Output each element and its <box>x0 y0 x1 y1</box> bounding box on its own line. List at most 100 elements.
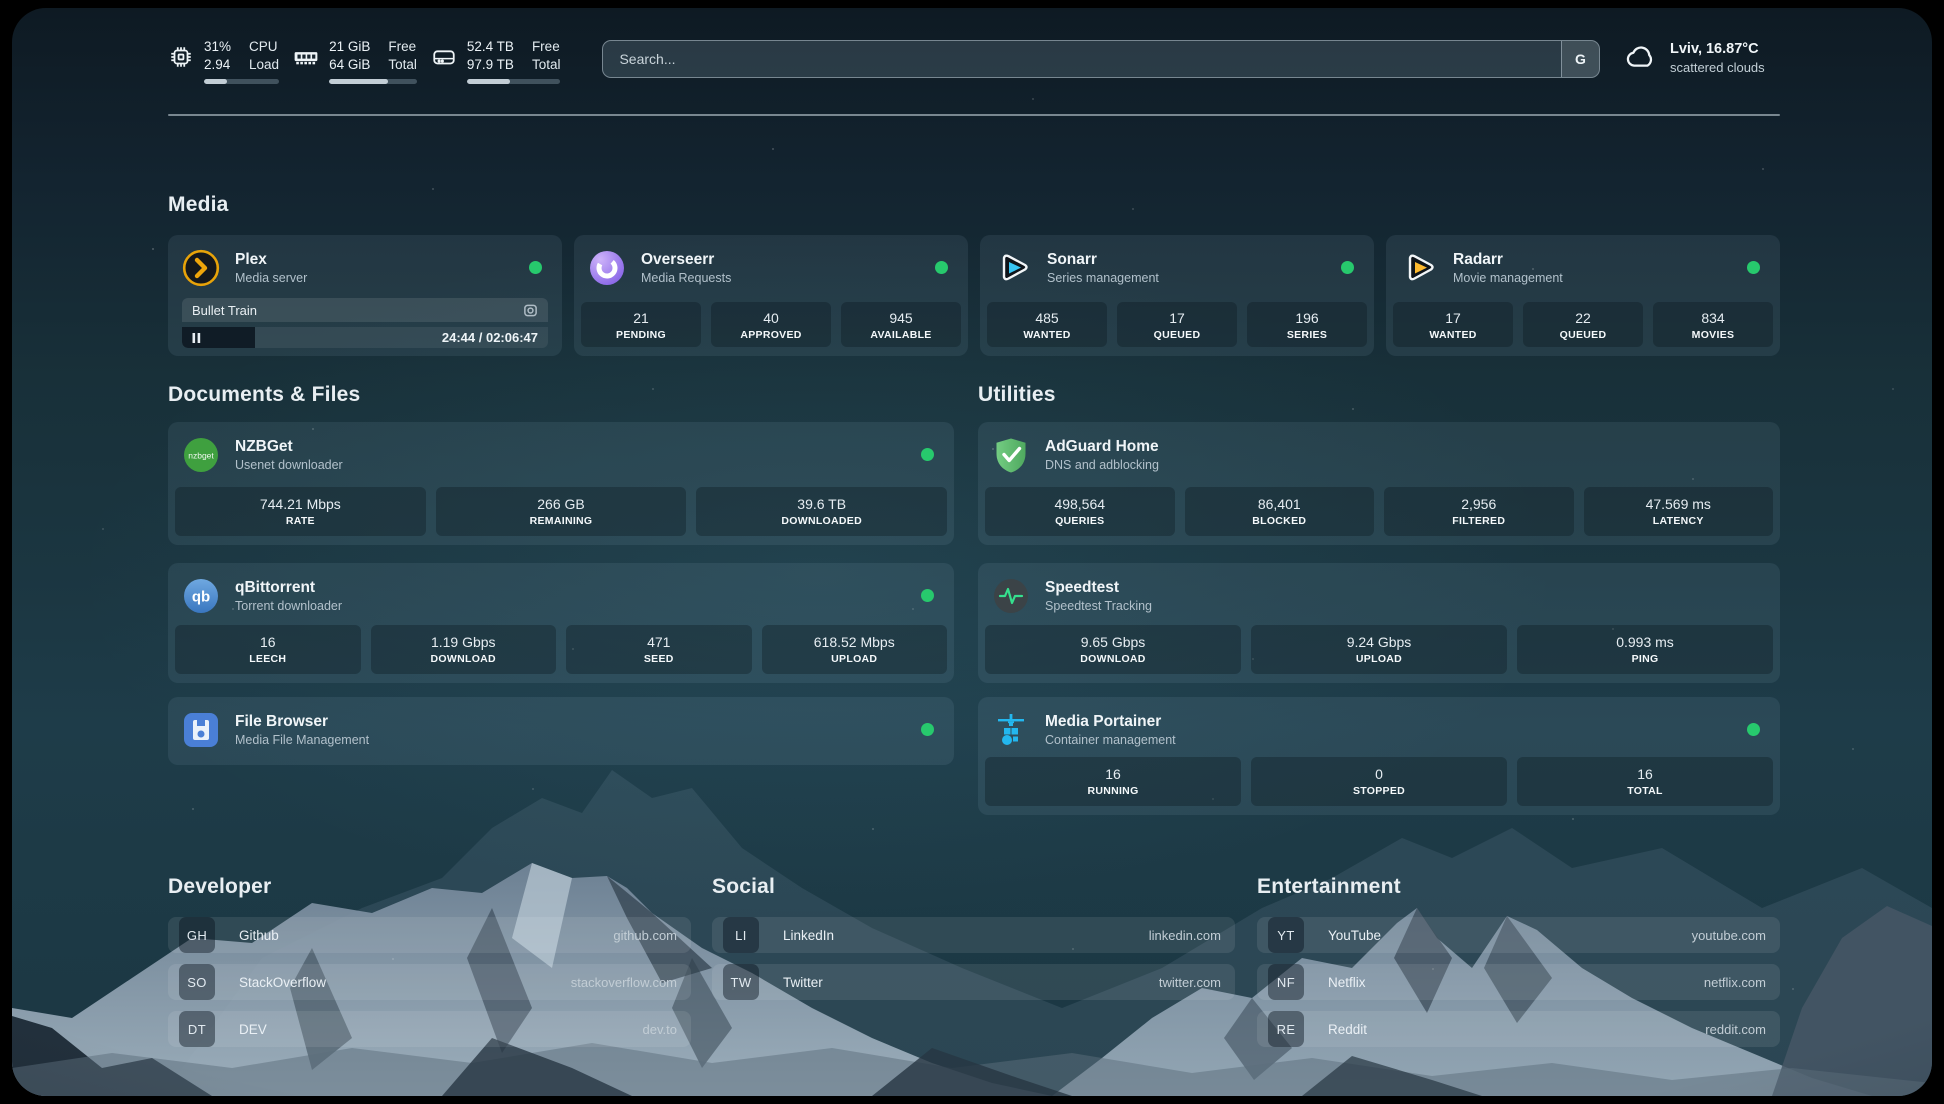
search-box: G <box>602 40 1600 78</box>
card-qbittorrent[interactable]: qb qBittorrent Torrent downloader 16LEEC… <box>168 563 954 683</box>
card-filebrowser[interactable]: File Browser Media File Management <box>168 697 954 765</box>
card-radarr[interactable]: Radarr Movie management 17WANTED 22QUEUE… <box>1386 235 1780 356</box>
disk-total-value: 97.9 TB <box>467 56 514 74</box>
card-adguard[interactable]: AdGuard Home DNS and adblocking 498,564Q… <box>978 422 1780 545</box>
bookmark-url: linkedin.com <box>1149 928 1221 943</box>
card-portainer[interactable]: Media Portainer Container management 16R… <box>978 697 1780 815</box>
bookmark-name: DEV <box>239 1022 267 1037</box>
stat-rate: 744.21 MbpsRATE <box>175 487 426 536</box>
bookmark-name: Github <box>239 928 279 943</box>
bookmark-abbr: RE <box>1268 1011 1304 1047</box>
media-cards-row: Plex Media server Bullet Train 24:44 / 0… <box>168 235 1780 356</box>
weather-widget[interactable]: Lviv, 16.87°C scattered clouds <box>1622 39 1780 77</box>
stat-queued: 22QUEUED <box>1523 302 1643 347</box>
card-plex[interactable]: Plex Media server Bullet Train 24:44 / 0… <box>168 235 562 356</box>
sonarr-title: Sonarr <box>1047 250 1159 270</box>
row-documents-utilities-2: qb qBittorrent Torrent downloader 16LEEC… <box>168 563 1780 683</box>
plex-progress-bar: 24:44 / 02:06:47 <box>182 327 548 348</box>
portainer-title: Media Portainer <box>1045 712 1176 732</box>
bookmark-abbr: NF <box>1268 964 1304 1000</box>
card-speedtest[interactable]: Speedtest Speedtest Tracking 9.65 GbpsDO… <box>978 563 1780 683</box>
speedtest-icon <box>992 577 1030 615</box>
overseerr-title: Overseerr <box>641 250 731 270</box>
section-title-documents: Documents & Files <box>168 383 360 407</box>
nzbget-icon: nzbget <box>182 436 220 474</box>
stat-leech: 16LEECH <box>175 625 361 674</box>
stat-movies: 834MOVIES <box>1653 302 1773 347</box>
sonarr-stats: 485WANTED 17QUEUED 196SERIES <box>987 302 1367 347</box>
section-title-entertainment: Entertainment <box>1257 875 1401 899</box>
bookmark-name: Reddit <box>1328 1022 1367 1037</box>
bookmark-name: StackOverflow <box>239 975 326 990</box>
cloud-icon <box>1622 39 1660 77</box>
ram-widget: 21 GiB64 GiB FreeTotal <box>293 38 417 84</box>
bookmark-github[interactable]: GH Github github.com <box>168 917 691 953</box>
radarr-stats: 17WANTED 22QUEUED 834MOVIES <box>1393 302 1773 347</box>
plex-icon <box>182 249 220 287</box>
bookmark-twitter[interactable]: TW Twitter twitter.com <box>712 964 1235 1000</box>
plex-now-playing-title: Bullet Train <box>192 303 257 318</box>
status-dot <box>1341 261 1354 274</box>
stat-upload: 9.24 GbpsUPLOAD <box>1251 625 1507 674</box>
status-dot <box>935 261 948 274</box>
status-dot <box>1747 723 1760 736</box>
search-input[interactable] <box>619 41 1555 77</box>
svg-text:qb: qb <box>192 589 210 606</box>
sonarr-icon <box>994 249 1032 287</box>
bookmark-name: Twitter <box>783 975 823 990</box>
cpu-widget: 31%2.94 CPULoad <box>168 38 279 84</box>
ram-total-value: 64 GiB <box>329 56 370 74</box>
overseerr-icon <box>588 249 626 287</box>
stat-total: 16TOTAL <box>1517 757 1773 806</box>
bookmark-abbr: TW <box>723 964 759 1000</box>
plex-now-playing: Bullet Train <box>182 298 548 322</box>
bookmark-dev[interactable]: DT DEV dev.to <box>168 1011 691 1047</box>
overseerr-stats: 21PENDING 40APPROVED 945AVAILABLE <box>581 302 961 347</box>
filebrowser-title: File Browser <box>235 712 369 732</box>
bookmark-netflix[interactable]: NF Netflix netflix.com <box>1257 964 1780 1000</box>
speedtest-stats: 9.65 GbpsDOWNLOAD 9.24 GbpsUPLOAD 0.993 … <box>985 625 1773 674</box>
pause-icon[interactable] <box>192 333 201 343</box>
plex-title: Plex <box>235 250 307 270</box>
card-nzbget[interactable]: nzbget NZBGet Usenet downloader 744.21 M… <box>168 422 954 545</box>
row-documents-utilities-1: nzbget NZBGet Usenet downloader 744.21 M… <box>168 422 1780 545</box>
disk-widget: 52.4 TB97.9 TB FreeTotal <box>431 38 561 84</box>
stat-wanted: 485WANTED <box>987 302 1107 347</box>
overseerr-subtitle: Media Requests <box>641 270 731 287</box>
bookmark-stackoverflow[interactable]: SO StackOverflow stackoverflow.com <box>168 964 691 1000</box>
stat-remaining: 266 GBREMAINING <box>436 487 687 536</box>
section-title-social: Social <box>712 875 775 899</box>
section-title-utilities: Utilities <box>978 383 1056 407</box>
disk-icon <box>431 44 457 70</box>
svg-text:nzbget: nzbget <box>188 451 214 461</box>
stat-wanted: 17WANTED <box>1393 302 1513 347</box>
bookmark-url: dev.to <box>643 1022 677 1037</box>
portainer-subtitle: Container management <box>1045 732 1176 749</box>
status-dot <box>921 589 934 602</box>
stat-ping: 0.993 msPING <box>1517 625 1773 674</box>
plex-subtitle: Media server <box>235 270 307 287</box>
bookmark-reddit[interactable]: RE Reddit reddit.com <box>1257 1011 1780 1047</box>
weather-condition: scattered clouds <box>1670 59 1765 76</box>
disk-free-label: Free <box>532 38 561 56</box>
cpu-load-value: 2.94 <box>204 56 231 74</box>
bookmark-youtube[interactable]: YT YouTube youtube.com <box>1257 917 1780 953</box>
bookmark-abbr: YT <box>1268 917 1304 953</box>
bookmark-linkedin[interactable]: LI LinkedIn linkedin.com <box>712 917 1235 953</box>
card-sonarr[interactable]: Sonarr Series management 485WANTED 17QUE… <box>980 235 1374 356</box>
disk-free-value: 52.4 TB <box>467 38 514 56</box>
stat-available: 945AVAILABLE <box>841 302 961 347</box>
search-provider-button[interactable]: G <box>1561 41 1599 77</box>
adguard-subtitle: DNS and adblocking <box>1045 457 1159 474</box>
speedtest-subtitle: Speedtest Tracking <box>1045 598 1152 615</box>
speedtest-title: Speedtest <box>1045 578 1152 598</box>
filebrowser-icon <box>182 711 220 749</box>
radarr-icon <box>1400 249 1438 287</box>
card-overseerr[interactable]: Overseerr Media Requests 21PENDING 40APP… <box>574 235 968 356</box>
stat-latency: 47.569 msLATENCY <box>1584 487 1774 536</box>
bookmark-url: netflix.com <box>1704 975 1766 990</box>
cpu-progress-bar <box>204 79 279 84</box>
filebrowser-subtitle: Media File Management <box>235 732 369 749</box>
qbittorrent-stats: 16LEECH 1.19 GbpsDOWNLOAD 471SEED 618.52… <box>175 625 947 674</box>
bookmark-url: stackoverflow.com <box>571 975 677 990</box>
